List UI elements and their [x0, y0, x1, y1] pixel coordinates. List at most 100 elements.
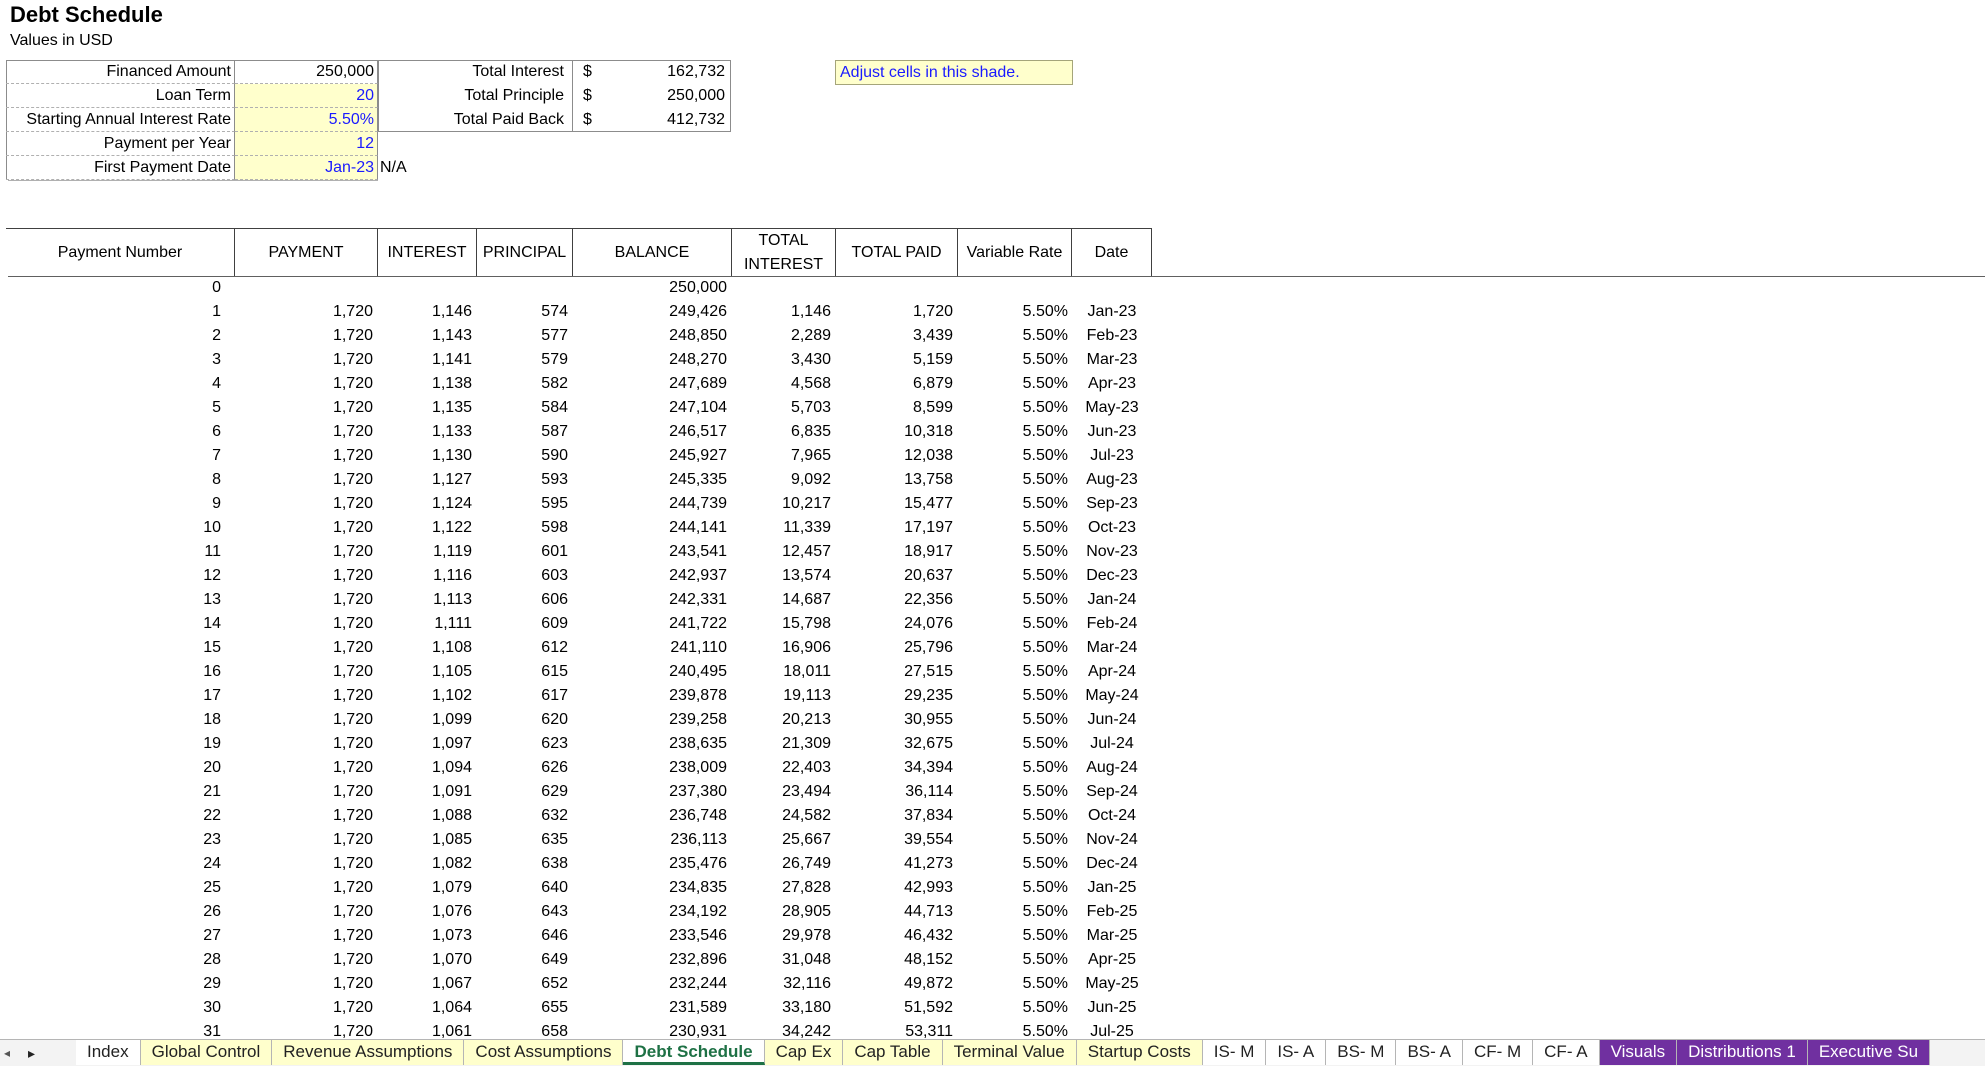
table-cell[interactable]: 12,457 [732, 540, 831, 564]
table-cell[interactable]: 5,703 [732, 396, 831, 420]
table-cell[interactable]: 582 [477, 372, 568, 396]
column-header[interactable]: INTEREST [378, 228, 477, 276]
table-cell[interactable]: 241,722 [573, 612, 727, 636]
table-cell[interactable]: 1,720 [235, 564, 373, 588]
column-header[interactable]: PAYMENT [235, 228, 378, 276]
table-cell[interactable]: 5.50% [958, 444, 1068, 468]
table-cell[interactable]: 250,000 [573, 276, 727, 300]
table-cell[interactable]: 1,102 [378, 684, 472, 708]
table-cell[interactable]: 1 [6, 300, 221, 324]
table-cell[interactable]: 15,477 [836, 492, 953, 516]
table-cell[interactable]: 1,720 [235, 636, 373, 660]
table-cell[interactable]: 643 [477, 900, 568, 924]
table-cell[interactable]: 1,720 [235, 300, 373, 324]
input-value[interactable]: 250,000 [235, 60, 378, 84]
table-cell[interactable]: 5.50% [958, 876, 1068, 900]
table-cell[interactable]: 1,720 [235, 516, 373, 540]
table-cell[interactable]: 635 [477, 828, 568, 852]
sheet-tab[interactable]: Terminal Value [942, 1040, 1077, 1065]
table-cell[interactable]: 23,494 [732, 780, 831, 804]
table-cell[interactable]: 1,720 [235, 684, 373, 708]
table-cell[interactable]: 10 [6, 516, 221, 540]
column-header[interactable]: TOTAL INTEREST [732, 228, 836, 276]
table-cell[interactable]: 33,180 [732, 996, 831, 1020]
table-cell[interactable]: Mar-24 [1072, 636, 1152, 660]
table-cell[interactable]: 1,119 [378, 540, 472, 564]
table-cell[interactable]: 5.50% [958, 780, 1068, 804]
table-cell[interactable]: 32,675 [836, 732, 953, 756]
table-cell[interactable]: 1,064 [378, 996, 472, 1020]
table-cell[interactable]: 1,720 [235, 876, 373, 900]
table-cell[interactable]: 244,739 [573, 492, 727, 516]
table-cell[interactable]: 1,105 [378, 660, 472, 684]
input-value[interactable]: 20 [235, 84, 378, 108]
sheet-tab[interactable]: CF- A [1533, 1040, 1600, 1065]
sheet-tab[interactable]: IS- A [1266, 1040, 1327, 1065]
table-cell[interactable]: 15 [6, 636, 221, 660]
table-cell[interactable]: 12,038 [836, 444, 953, 468]
table-cell[interactable]: 1,720 [235, 612, 373, 636]
table-cell[interactable]: 238,009 [573, 756, 727, 780]
table-cell[interactable]: 16 [6, 660, 221, 684]
table-cell[interactable]: 39,554 [836, 828, 953, 852]
table-cell[interactable]: 577 [477, 324, 568, 348]
table-cell[interactable]: 5.50% [958, 564, 1068, 588]
table-cell[interactable]: 1,720 [235, 324, 373, 348]
table-cell[interactable]: 1,146 [378, 300, 472, 324]
table-cell[interactable]: 233,546 [573, 924, 727, 948]
table-cell[interactable]: 626 [477, 756, 568, 780]
table-cell[interactable]: 598 [477, 516, 568, 540]
table-cell[interactable]: 244,141 [573, 516, 727, 540]
table-cell[interactable]: 30 [6, 996, 221, 1020]
table-cell[interactable]: 1,720 [235, 372, 373, 396]
table-cell[interactable]: 242,937 [573, 564, 727, 588]
table-cell[interactable]: 18 [6, 708, 221, 732]
table-cell[interactable]: 242,331 [573, 588, 727, 612]
table-cell[interactable]: 1,143 [378, 324, 472, 348]
table-cell[interactable]: 22 [6, 804, 221, 828]
table-cell[interactable]: 5.50% [958, 516, 1068, 540]
table-cell[interactable]: 246,517 [573, 420, 727, 444]
table-cell[interactable]: 247,104 [573, 396, 727, 420]
table-cell[interactable]: 7 [6, 444, 221, 468]
table-cell[interactable]: 236,748 [573, 804, 727, 828]
table-cell[interactable]: 243,541 [573, 540, 727, 564]
table-cell[interactable]: Jun-25 [1072, 996, 1152, 1020]
total-value[interactable]: 250,000 [603, 84, 725, 108]
table-cell[interactable]: 20,637 [836, 564, 953, 588]
table-cell[interactable]: 5.50% [958, 612, 1068, 636]
table-cell[interactable]: Jun-23 [1072, 420, 1152, 444]
table-cell[interactable]: 5.50% [958, 660, 1068, 684]
table-cell[interactable]: Nov-23 [1072, 540, 1152, 564]
table-cell[interactable]: 232,896 [573, 948, 727, 972]
table-cell[interactable]: 5.50% [958, 468, 1068, 492]
table-cell[interactable]: 239,258 [573, 708, 727, 732]
table-cell[interactable]: 5.50% [958, 492, 1068, 516]
table-cell[interactable]: 16,906 [732, 636, 831, 660]
table-cell[interactable]: 5.50% [958, 900, 1068, 924]
shade-note[interactable]: Adjust cells in this shade. [835, 60, 1073, 85]
input-value[interactable]: Jan-23 [235, 156, 378, 180]
table-cell[interactable]: 48,152 [836, 948, 953, 972]
table-cell[interactable]: 5.50% [958, 684, 1068, 708]
table-cell[interactable]: 248,850 [573, 324, 727, 348]
table-cell[interactable]: 25,796 [836, 636, 953, 660]
table-cell[interactable]: 5.50% [958, 540, 1068, 564]
table-cell[interactable]: 1,720 [235, 972, 373, 996]
table-cell[interactable]: 1,067 [378, 972, 472, 996]
table-cell[interactable]: Sep-24 [1072, 780, 1152, 804]
table-cell[interactable]: 241,110 [573, 636, 727, 660]
table-cell[interactable]: 1,141 [378, 348, 472, 372]
table-cell[interactable]: Aug-23 [1072, 468, 1152, 492]
table-cell[interactable]: 6 [6, 420, 221, 444]
table-cell[interactable]: 232,244 [573, 972, 727, 996]
table-cell[interactable]: 2,289 [732, 324, 831, 348]
sheet-tab[interactable]: CF- M [1462, 1040, 1534, 1065]
next-sheet-icon[interactable]: ▸ [28, 1040, 35, 1066]
table-cell[interactable]: 629 [477, 780, 568, 804]
table-cell[interactable]: 1,720 [235, 804, 373, 828]
table-cell[interactable]: 595 [477, 492, 568, 516]
table-cell[interactable]: 13,758 [836, 468, 953, 492]
table-cell[interactable]: 1,133 [378, 420, 472, 444]
table-cell[interactable]: 623 [477, 732, 568, 756]
